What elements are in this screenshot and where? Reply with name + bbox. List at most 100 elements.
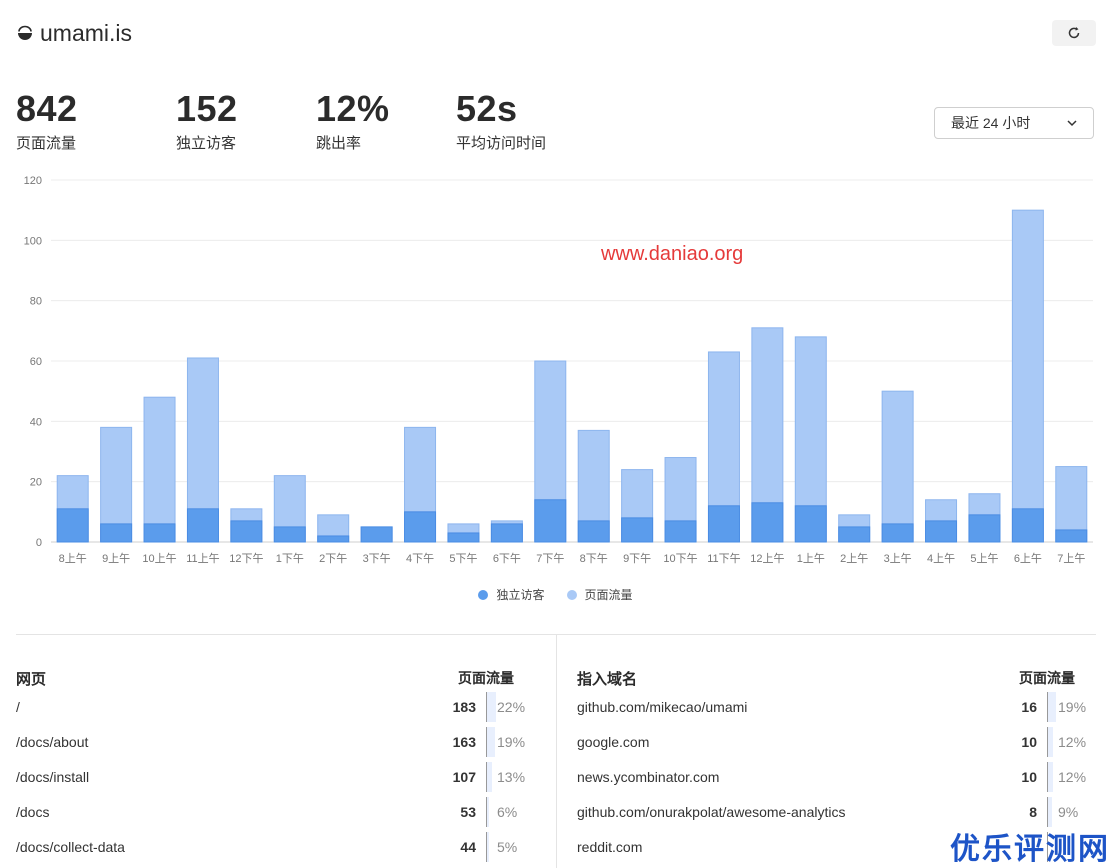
table-row[interactable]: google.com 10 12% xyxy=(577,725,1087,760)
bar-visitors[interactable] xyxy=(794,505,827,543)
x-tick-label: 5上午 xyxy=(970,552,998,565)
bar-visitors[interactable] xyxy=(100,523,133,543)
bar-visitors[interactable] xyxy=(751,502,784,543)
row-label[interactable]: /docs/about xyxy=(16,734,88,750)
y-tick-label: 100 xyxy=(24,235,42,247)
site-name[interactable]: umami.is xyxy=(40,18,132,48)
table-row[interactable]: /docs 53 6% xyxy=(16,795,526,830)
refresh-button[interactable] xyxy=(1052,20,1096,46)
table-row[interactable]: /docs/collect-data 44 5% xyxy=(16,830,526,865)
x-tick-label: 9上午 xyxy=(102,552,130,565)
bar-visitors[interactable] xyxy=(317,535,350,543)
bar-visitors[interactable] xyxy=(230,520,263,543)
bar-visitors[interactable] xyxy=(447,532,480,543)
bar-pageviews[interactable] xyxy=(143,396,176,543)
chevron-down-icon xyxy=(1067,120,1077,127)
bar-visitors[interactable] xyxy=(490,523,523,543)
pageviews-chart: 0 20 40 60 80 100 120 8上午 9上午 10上午 11上午 12下午 1下午 2下午 3… xyxy=(24,175,1093,565)
bar-visitors[interactable] xyxy=(881,523,914,543)
row-label[interactable]: /docs xyxy=(16,804,49,820)
share-bar-fill xyxy=(487,832,489,862)
bar-visitors[interactable] xyxy=(56,508,89,543)
row-count: 10 xyxy=(1021,769,1037,785)
y-tick-label: 60 xyxy=(30,356,42,368)
bar-visitors[interactable] xyxy=(1011,508,1044,543)
share-bar-fill xyxy=(1048,762,1053,792)
x-tick-label: 10上午 xyxy=(142,552,176,565)
row-label[interactable]: github.com/onurakpolat/awesome-analytics xyxy=(577,804,845,820)
row-count: 10 xyxy=(1021,734,1037,750)
legend-item-visitors[interactable]: 独立访客 xyxy=(478,586,545,603)
y-tick-label: 0 xyxy=(36,537,42,549)
bar-visitors[interactable] xyxy=(273,526,306,543)
x-tick-label: 11下午 xyxy=(707,552,740,565)
bar-visitors[interactable] xyxy=(968,514,1001,543)
x-tick-label: 3上午 xyxy=(884,552,912,565)
row-percent: 19% xyxy=(497,734,526,750)
row-label[interactable]: github.com/mikecao/umami xyxy=(577,699,747,715)
panel-title: 指入域名 xyxy=(577,671,638,688)
x-tick-label: 4上午 xyxy=(927,552,955,565)
legend-label: 页面流量 xyxy=(584,588,633,602)
chart-legend: 独立访客 页面流量 xyxy=(0,586,1111,603)
bar-visitors[interactable] xyxy=(186,508,219,543)
bar-visitors[interactable] xyxy=(621,517,654,543)
divider xyxy=(556,634,557,868)
x-tick-label: 3下午 xyxy=(363,552,391,565)
bar-visitors[interactable] xyxy=(360,526,393,543)
row-label[interactable]: /docs/install xyxy=(16,769,89,785)
bar-visitors[interactable] xyxy=(925,520,958,543)
row-percent: 12% xyxy=(1058,734,1087,750)
share-bar-fill xyxy=(487,727,495,757)
legend-label: 独立访客 xyxy=(496,588,545,602)
row-count: 44 xyxy=(460,839,476,855)
app-header: umami.is xyxy=(16,18,1096,50)
panel-header: 指入域名 页面流量 xyxy=(577,664,1087,690)
table-row[interactable]: news.ycombinator.com 10 12% xyxy=(577,760,1087,795)
row-percent: 22% xyxy=(497,699,526,715)
bar-visitors[interactable] xyxy=(838,526,871,543)
metric-pageviews: 842 页面流量 xyxy=(16,88,78,154)
row-count: 16 xyxy=(1021,699,1037,715)
share-bar-fill xyxy=(1048,692,1056,722)
bar-pageviews[interactable] xyxy=(881,390,914,543)
bar-visitors[interactable] xyxy=(664,520,697,543)
bar-visitors[interactable] xyxy=(534,499,567,543)
metric-label: 页面流量 xyxy=(16,135,77,152)
legend-swatch xyxy=(566,589,577,600)
legend-item-pageviews[interactable]: 页面流量 xyxy=(566,586,633,603)
x-tick-label: 11上午 xyxy=(186,552,219,565)
x-tick-label: 2下午 xyxy=(319,552,347,565)
bar-visitors[interactable] xyxy=(707,505,740,543)
bar-visitors[interactable] xyxy=(1055,529,1088,543)
date-range-select[interactable]: 最近 24 小时 xyxy=(934,107,1094,139)
row-count: 107 xyxy=(452,769,476,785)
table-row[interactable]: /docs/about 163 19% xyxy=(16,725,526,760)
row-label[interactable]: /docs/collect-data xyxy=(16,839,125,855)
legend-swatch xyxy=(478,589,489,600)
table-row[interactable]: /docs/install 107 13% xyxy=(16,760,526,795)
bar-visitors[interactable] xyxy=(577,520,610,543)
table-row[interactable]: github.com/mikecao/umami 16 19% xyxy=(577,690,1087,725)
row-count: 163 xyxy=(452,734,476,750)
bar-visitors[interactable] xyxy=(404,511,437,543)
share-bar-fill xyxy=(487,762,492,792)
row-percent: 5% xyxy=(497,839,518,855)
row-label[interactable]: google.com xyxy=(577,734,649,750)
row-percent: 6% xyxy=(497,804,518,820)
bar-visitors[interactable] xyxy=(143,523,176,543)
row-label[interactable]: news.ycombinator.com xyxy=(577,769,719,785)
row-percent: 19% xyxy=(1058,699,1087,715)
panel-metric-label: 页面流量 xyxy=(1019,670,1075,686)
row-count: 183 xyxy=(452,699,476,715)
row-label[interactable]: / xyxy=(16,699,20,715)
share-bar-fill xyxy=(487,692,496,722)
bar-pageviews[interactable] xyxy=(1011,209,1044,543)
x-tick-label: 9下午 xyxy=(623,552,651,565)
x-tick-label: 8下午 xyxy=(580,552,608,565)
x-tick-label: 12上午 xyxy=(750,552,784,565)
y-tick-label: 120 xyxy=(24,175,42,187)
row-label[interactable]: reddit.com xyxy=(577,839,642,855)
table-row[interactable]: / 183 22% xyxy=(16,690,526,725)
metric-label: 独立访客 xyxy=(176,135,237,152)
